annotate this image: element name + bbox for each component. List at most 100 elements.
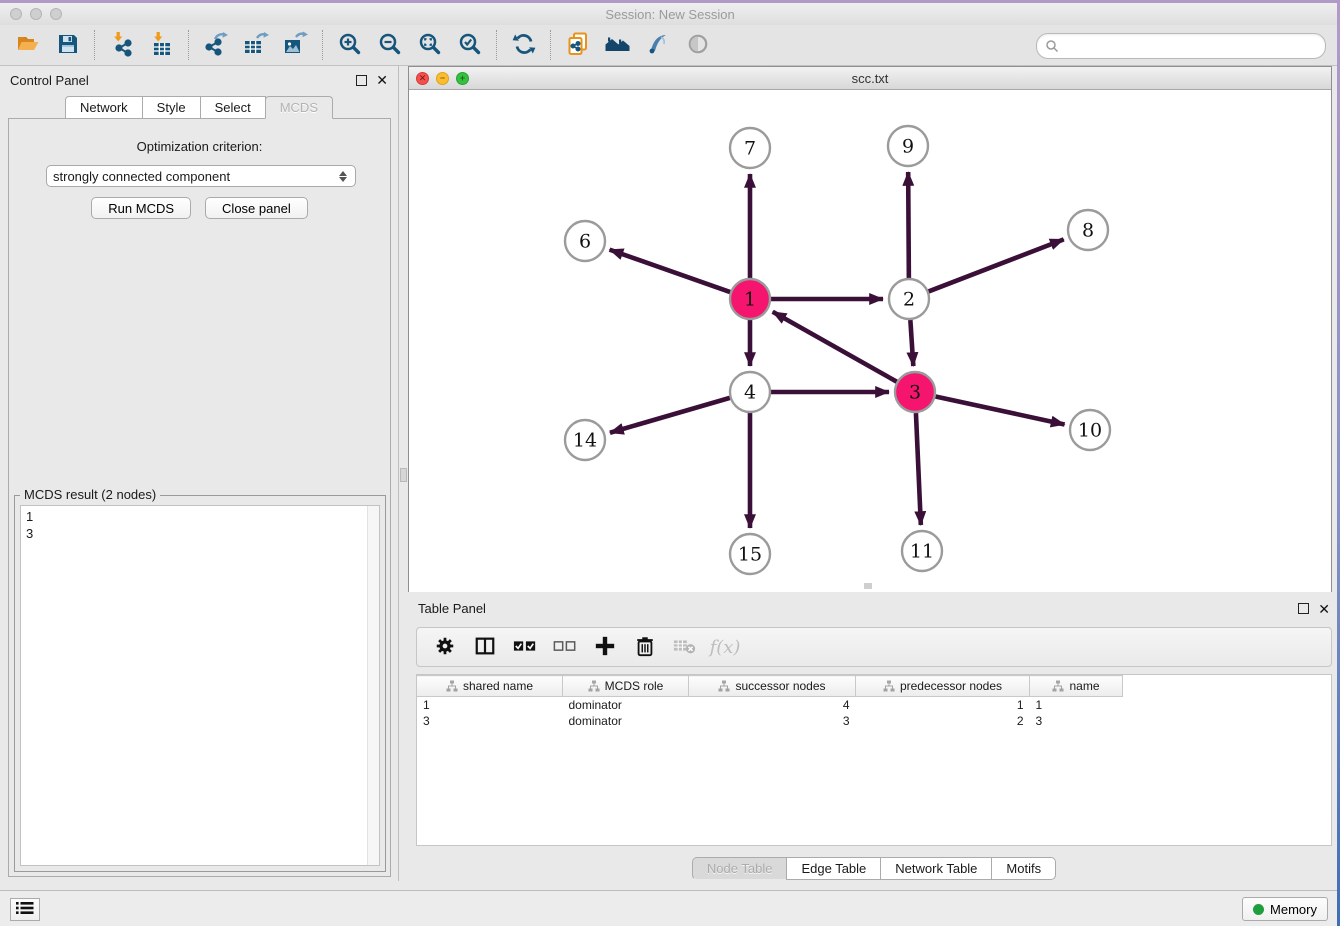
table-cell[interactable]: dominator xyxy=(563,697,689,714)
import-network-button[interactable] xyxy=(102,28,142,62)
close-table-panel-icon[interactable]: ✕ xyxy=(1318,602,1330,616)
svg-text:3: 3 xyxy=(909,382,921,404)
graph-edge-4-14[interactable] xyxy=(610,398,730,433)
graph-edge-2-8[interactable] xyxy=(929,239,1064,291)
export-network-button[interactable] xyxy=(196,28,236,62)
graph-edge-1-6[interactable] xyxy=(610,250,731,292)
run-mcds-button[interactable]: Run MCDS xyxy=(91,197,191,219)
split-column-button[interactable] xyxy=(467,631,503,663)
search-field[interactable] xyxy=(1036,33,1326,59)
column-header-name[interactable]: name xyxy=(1030,676,1123,697)
table-row[interactable]: 1dominator411 xyxy=(417,697,1123,714)
table-cell[interactable]: 1 xyxy=(1030,697,1123,714)
tab-node-table[interactable]: Node Table xyxy=(692,857,788,880)
graph-node-3[interactable]: 3 xyxy=(895,372,935,412)
svg-text:14: 14 xyxy=(573,430,597,452)
save-session-button[interactable] xyxy=(48,28,88,62)
graph-node-4[interactable]: 4 xyxy=(730,372,770,412)
graph-edge-2-9[interactable] xyxy=(908,172,909,278)
refresh-view-button[interactable] xyxy=(504,28,544,62)
table-row[interactable]: 3dominator323 xyxy=(417,713,1123,729)
graph-node-11[interactable]: 11 xyxy=(902,531,942,571)
column-header-shared-name[interactable]: shared name xyxy=(417,676,563,697)
close-window-button[interactable] xyxy=(10,8,22,20)
tab-mcds[interactable]: MCDS xyxy=(265,96,333,119)
mcds-result-scrollbar[interactable] xyxy=(367,506,379,865)
zoom-out-button[interactable] xyxy=(370,28,410,62)
export-image-button[interactable] xyxy=(276,28,316,62)
splitter-handle[interactable] xyxy=(400,468,407,482)
canvas-resize-handle[interactable] xyxy=(864,583,872,589)
mcds-result-group: MCDS result (2 nodes) 13 xyxy=(14,495,386,872)
zoom-selected-button[interactable] xyxy=(450,28,490,62)
network-canvas[interactable]: 7 9 6 8 1 2 4 3 14 10 15 11 xyxy=(409,90,1331,592)
column-header-successor-nodes[interactable]: successor nodes xyxy=(689,676,856,697)
import-table-button[interactable] xyxy=(142,28,182,62)
network-window-titlebar[interactable]: ✕ − + scc.txt xyxy=(409,67,1331,90)
add-column-button[interactable] xyxy=(587,631,623,663)
graph-node-7[interactable]: 7 xyxy=(730,128,770,168)
table-cell[interactable]: 1 xyxy=(856,697,1030,714)
tab-style[interactable]: Style xyxy=(142,96,201,119)
zoom-fit-button[interactable] xyxy=(410,28,450,62)
show-task-history-button[interactable] xyxy=(10,898,40,921)
graph-edge-3-1[interactable] xyxy=(773,312,897,382)
memory-button[interactable]: Memory xyxy=(1242,897,1328,921)
main-toolbar xyxy=(0,25,1340,66)
clone-network-button[interactable] xyxy=(558,28,598,62)
search-input[interactable] xyxy=(1063,36,1325,56)
open-session-button[interactable] xyxy=(8,28,48,62)
import-network-icon xyxy=(109,31,135,60)
table-settings-button[interactable] xyxy=(427,631,463,663)
close-panel-icon[interactable]: ✕ xyxy=(376,73,388,87)
graph-node-15[interactable]: 15 xyxy=(730,534,770,574)
select-all-columns-button[interactable] xyxy=(507,631,543,663)
tab-motifs[interactable]: Motifs xyxy=(991,857,1056,880)
tab-select[interactable]: Select xyxy=(200,96,266,119)
table-cell[interactable]: 3 xyxy=(1030,713,1123,729)
export-table-button[interactable] xyxy=(236,28,276,62)
apply-function-button[interactable]: f(x) xyxy=(707,631,743,663)
toolbar-separator xyxy=(322,30,324,60)
deselect-all-columns-button[interactable] xyxy=(547,631,583,663)
tab-network[interactable]: Network xyxy=(65,96,143,119)
table-cell[interactable]: dominator xyxy=(563,713,689,729)
float-panel-icon[interactable] xyxy=(356,75,367,86)
graph-node-10[interactable]: 10 xyxy=(1070,410,1110,450)
table-cell[interactable]: 4 xyxy=(689,697,856,714)
graph-node-2[interactable]: 2 xyxy=(889,279,929,319)
column-header-MCDS-role[interactable]: MCDS role xyxy=(563,676,689,697)
table-cell[interactable]: 1 xyxy=(417,697,563,714)
toolbar-separator xyxy=(94,30,96,60)
graph-node-14[interactable]: 14 xyxy=(565,420,605,460)
toolbar-separator xyxy=(188,30,190,60)
close-panel-button[interactable]: Close panel xyxy=(205,197,308,219)
graph-node-1[interactable]: 1 xyxy=(730,279,770,319)
table-cell[interactable]: 3 xyxy=(417,713,563,729)
table-cell[interactable]: 2 xyxy=(856,713,1030,729)
app-titlebar: Session: New Session xyxy=(0,3,1340,25)
graph-edge-3-10[interactable] xyxy=(936,396,1065,424)
zoom-in-button[interactable] xyxy=(330,28,370,62)
table-cell[interactable]: 3 xyxy=(689,713,856,729)
tab-network-table[interactable]: Network Table xyxy=(880,857,992,880)
minimize-window-button[interactable] xyxy=(30,8,42,20)
first-neighbors-button[interactable] xyxy=(598,28,638,62)
delete-column-button[interactable] xyxy=(627,631,663,663)
memory-status-icon xyxy=(1253,904,1264,915)
graph-edge-3-11[interactable] xyxy=(916,413,921,525)
style-preview-button[interactable] xyxy=(638,28,678,62)
zoom-window-button[interactable] xyxy=(50,8,62,20)
graph-edge-2-3[interactable] xyxy=(910,320,913,366)
graph-node-6[interactable]: 6 xyxy=(565,221,605,261)
graph-node-8[interactable]: 8 xyxy=(1068,210,1108,250)
float-table-panel-icon[interactable] xyxy=(1298,603,1309,614)
delete-table-button[interactable] xyxy=(667,631,703,663)
criterion-select[interactable]: strongly connected component xyxy=(46,165,356,187)
tab-edge-table[interactable]: Edge Table xyxy=(786,857,881,880)
svg-text:8: 8 xyxy=(1082,220,1094,242)
show-hide-graphics-button[interactable] xyxy=(678,28,718,62)
checked-boxes-icon xyxy=(513,635,537,660)
column-header-predecessor-nodes[interactable]: predecessor nodes xyxy=(856,676,1030,697)
graph-node-9[interactable]: 9 xyxy=(888,126,928,166)
